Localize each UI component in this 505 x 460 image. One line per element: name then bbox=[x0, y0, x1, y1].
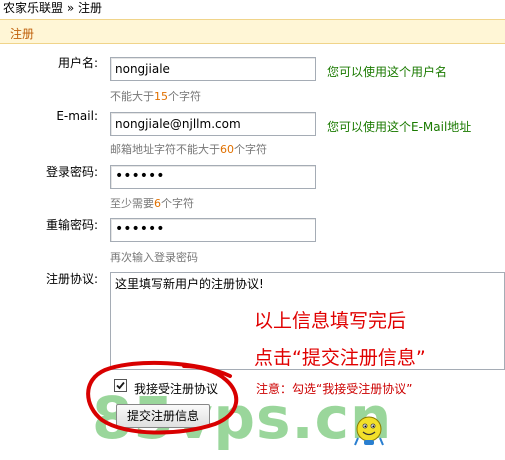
password-hint: 至少需要6个字符 bbox=[110, 197, 194, 210]
agreement-label: 注册协议: bbox=[45, 272, 98, 286]
password-confirm-label: 重输密码: bbox=[45, 218, 98, 232]
password-input[interactable]: •••••• bbox=[110, 165, 316, 189]
email-hint: 邮箱地址字符不能大于60个字符 bbox=[110, 143, 267, 156]
smiley-mascot-icon bbox=[354, 416, 384, 446]
annotation-line1: 以上信息填写完后 bbox=[254, 310, 407, 332]
section-title: 注册 bbox=[10, 27, 35, 41]
email-input[interactable]: nongjiale@njllm.com bbox=[110, 112, 316, 136]
username-ok-message: 您可以使用这个用户名 bbox=[327, 65, 448, 79]
section-header: 注册 bbox=[0, 19, 505, 44]
breadcrumb-separator: » bbox=[66, 1, 75, 15]
password-confirm-input[interactable]: •••••• bbox=[110, 218, 316, 242]
password-confirm-hint: 再次输入登录密码 bbox=[110, 251, 198, 264]
annotation-note: 注意：勾选“我接受注册协议” bbox=[256, 382, 413, 396]
username-hint: 不能大于15个字符 bbox=[110, 90, 201, 103]
breadcrumb-current: 注册 bbox=[78, 1, 103, 15]
highlight-circle bbox=[86, 360, 239, 435]
username-input[interactable]: nongjiale bbox=[110, 57, 316, 81]
annotation-line2: 点击“提交注册信息” bbox=[254, 347, 426, 369]
password-label: 登录密码: bbox=[45, 165, 98, 179]
email-ok-message: 您可以使用这个E-Mail地址 bbox=[327, 120, 472, 134]
breadcrumb: 农家乐联盟 » 注册 bbox=[3, 0, 102, 18]
breadcrumb-home-link[interactable]: 农家乐联盟 bbox=[3, 1, 63, 15]
email-label: E-mail: bbox=[56, 109, 98, 123]
username-label: 用户名: bbox=[57, 56, 98, 70]
